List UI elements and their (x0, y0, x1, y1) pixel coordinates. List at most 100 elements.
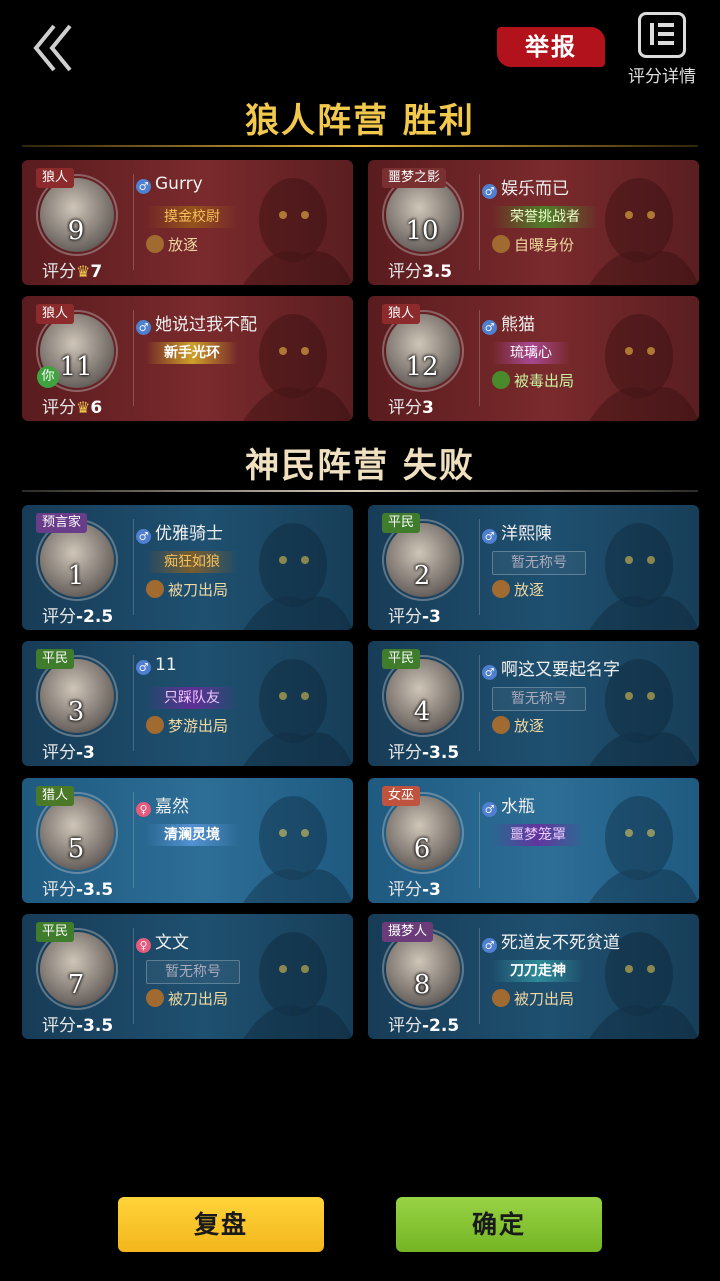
score-value: 7 (90, 262, 103, 282)
score-detail-label: 评分详情 (628, 67, 696, 87)
card-divider (133, 928, 134, 1024)
seat-number: 8 (413, 970, 431, 1000)
outcome-text: 被刀出局 (168, 990, 229, 1008)
male-gender-icon: ♂ (136, 529, 151, 544)
player-card[interactable]: 平民 2 评分-3 ♂ 洋熙陳 暂无称号 放逐 (368, 505, 699, 630)
card-divider (133, 174, 134, 270)
player-card[interactable]: 狼人 12 评分3 ♂ 熊猫 琉璃心 被毒出局 (368, 296, 699, 421)
player-card[interactable]: 预言家 1 评分-2.5 ♂ 优雅骑士 痴狂如狼 被刀出局 (22, 505, 353, 630)
player-name[interactable]: ♂ 11 (136, 655, 177, 675)
seat-number: 9 (67, 216, 85, 246)
seat-number: 4 (413, 697, 431, 727)
outcome-icon (492, 716, 510, 734)
player-name[interactable]: ♂ Gurry (136, 174, 203, 194)
outcome-badge: 放逐 (488, 579, 550, 601)
score-value: -2.5 (422, 1016, 460, 1036)
player-name-text: 嘉然 (155, 797, 189, 817)
seat-number: 12 (405, 352, 439, 382)
score-label: 评分 (388, 262, 422, 282)
player-card[interactable]: 摄梦人 8 评分-2.5 ♂ 死道友不死贫道 刀刀走神 被刀出局 (368, 914, 699, 1039)
score-value: 6 (90, 398, 103, 418)
crown-icon: ♛ (76, 262, 91, 281)
outcome-text: 放逐 (514, 717, 545, 735)
male-gender-icon: ♂ (482, 665, 497, 680)
player-score: 评分3 (388, 393, 434, 418)
card-divider (133, 519, 134, 615)
player-name[interactable]: ♀ 嘉然 (136, 792, 189, 817)
outcome-badge: 放逐 (488, 715, 550, 737)
villager-camp-heading: 神民阵营 失败 (22, 438, 698, 492)
player-name[interactable]: ♀ 文文 (136, 928, 189, 953)
score-label: 评分 (42, 262, 76, 282)
confirm-button[interactable]: 确定 (396, 1197, 602, 1252)
seat-number: 6 (413, 834, 431, 864)
wolf-camp-divider (22, 145, 698, 147)
player-name-text: 11 (155, 655, 177, 675)
role-badge: 平民 (36, 649, 75, 669)
outcome-icon (492, 371, 510, 389)
player-name-text: 死道友不死贫道 (501, 933, 620, 953)
score-label: 评分 (42, 743, 76, 763)
player-name[interactable]: ♂ 水瓶 (482, 792, 535, 817)
replay-button[interactable]: 复盘 (118, 1197, 324, 1252)
seat-number: 7 (67, 970, 85, 1000)
back-chevron-icon[interactable] (30, 20, 80, 80)
player-name-text: 文文 (155, 933, 189, 953)
player-card[interactable]: 平民 7 评分-3.5 ♀ 文文 暂无称号 被刀出局 (22, 914, 353, 1039)
seat-number: 2 (413, 561, 431, 591)
villager-camp-title: 神民阵营 失败 (245, 446, 475, 486)
player-name[interactable]: ♂ 死道友不死贫道 (482, 928, 620, 953)
player-name[interactable]: ♂ 优雅骑士 (136, 519, 223, 544)
wolf-camp-title: 狼人阵营 胜利 (245, 101, 475, 141)
card-divider (479, 792, 480, 888)
outcome-text: 自曝身份 (514, 236, 575, 254)
player-card[interactable]: 平民 3 评分-3 ♂ 11 只踩队友 梦游出局 (22, 641, 353, 766)
score-detail-button[interactable]: 评分详情 (622, 12, 702, 88)
score-label: 评分 (388, 607, 422, 627)
title-badge: 只踩队友 (146, 687, 238, 709)
player-card[interactable]: 平民 4 评分-3.5 ♂ 啊这又要起名字 暂无称号 放逐 (368, 641, 699, 766)
report-button[interactable]: 举报 (497, 27, 605, 67)
player-name[interactable]: ♂ 啊这又要起名字 (482, 655, 620, 680)
player-name[interactable]: ♂ 熊猫 (482, 310, 535, 335)
player-name-text: Gurry (155, 174, 203, 194)
outcome-icon (146, 716, 164, 734)
player-score: 评分-3.5 (42, 875, 113, 900)
player-card[interactable]: 噩梦之影 10 评分3.5 ♂ 娱乐而已 荣誉挑战者 自曝身份 (368, 160, 699, 285)
role-badge: 噩梦之影 (382, 168, 447, 188)
player-name[interactable]: ♂ 娱乐而已 (482, 174, 569, 199)
card-divider (479, 655, 480, 751)
title-badge: 暂无称号 (492, 687, 586, 711)
male-gender-icon: ♂ (482, 320, 497, 335)
player-name[interactable]: ♂ 她说过我不配 (136, 310, 257, 335)
player-card[interactable]: 女巫 6 评分-3 ♂ 水瓶 噩梦笼罩 (368, 778, 699, 903)
female-gender-icon: ♀ (136, 938, 151, 953)
card-divider (479, 310, 480, 406)
outcome-icon (492, 580, 510, 598)
player-card[interactable]: 狼人 9 评分♛7 ♂ Gurry 摸金校尉 放逐 (22, 160, 353, 285)
seat-number: 1 (67, 561, 85, 591)
outcome-text: 放逐 (514, 581, 545, 599)
player-card[interactable]: 狼人 11 你评分♛6 ♂ 她说过我不配 新手光环 (22, 296, 353, 421)
character-art (589, 314, 699, 421)
role-badge: 平民 (382, 513, 421, 533)
score-value: -3.5 (422, 743, 460, 763)
player-score: 评分-3 (42, 738, 95, 763)
role-badge: 狼人 (382, 304, 421, 324)
score-value: -3.5 (76, 1016, 114, 1036)
score-value: -2.5 (76, 607, 114, 627)
male-gender-icon: ♂ (482, 938, 497, 953)
card-divider (133, 310, 134, 406)
male-gender-icon: ♂ (482, 184, 497, 199)
score-value: 3.5 (422, 262, 453, 282)
title-badge: 新手光环 (146, 342, 238, 364)
player-name[interactable]: ♂ 洋熙陳 (482, 519, 552, 544)
role-badge: 摄梦人 (382, 922, 434, 942)
player-name-text: 洋熙陳 (501, 524, 552, 544)
outcome-badge: 自曝身份 (488, 234, 580, 256)
score-value: -3 (422, 607, 441, 627)
role-badge: 狼人 (36, 168, 75, 188)
outcome-text: 梦游出局 (168, 717, 229, 735)
card-divider (133, 655, 134, 751)
player-card[interactable]: 猎人 5 评分-3.5 ♀ 嘉然 清澜灵境 (22, 778, 353, 903)
